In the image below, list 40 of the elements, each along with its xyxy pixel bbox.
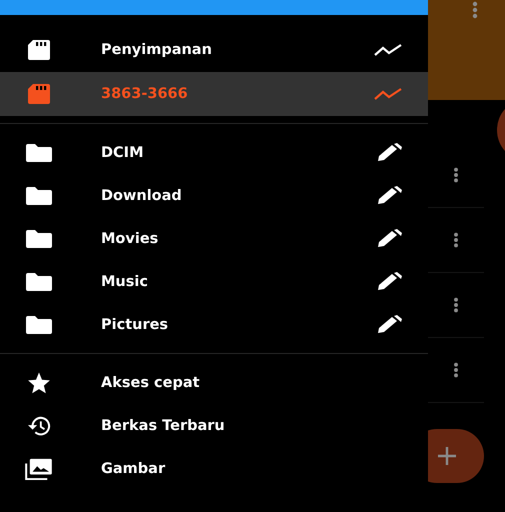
storage-item[interactable]: Penyimpanan <box>0 28 428 72</box>
folder-icon <box>25 272 53 292</box>
folder-label: Music <box>101 274 149 290</box>
folder-icon <box>25 314 53 334</box>
shortcut-label: Gambar <box>101 460 166 476</box>
folder-label: DCIM <box>101 144 145 160</box>
pencil-icon[interactable] <box>376 142 402 162</box>
storage-label: 3863-3666 <box>101 86 189 102</box>
images-icon <box>25 458 53 480</box>
storage-label: Penyimpanan <box>101 42 213 58</box>
folder-item[interactable]: Music <box>0 260 428 303</box>
sd-card-icon <box>25 39 53 61</box>
shortcut-item[interactable]: Akses cepat <box>0 361 428 404</box>
folder-icon <box>25 186 53 206</box>
folder-label: Download <box>101 188 183 204</box>
folder-icon <box>25 228 53 248</box>
folder-item[interactable]: Pictures <box>0 303 428 346</box>
shortcut-label: Berkas Terbaru <box>101 418 226 434</box>
pencil-icon[interactable] <box>376 272 402 292</box>
shortcut-item[interactable]: Gambar <box>0 447 428 490</box>
more-icon[interactable] <box>453 297 459 313</box>
sd-card-icon <box>25 83 53 105</box>
pencil-icon[interactable] <box>376 314 402 334</box>
plus-icon <box>437 446 457 466</box>
shortcut-label: Akses cepat <box>101 374 201 390</box>
folder-item[interactable]: Movies <box>0 217 428 260</box>
more-icon[interactable] <box>453 232 459 248</box>
folder-icon <box>25 142 53 162</box>
folder-label: Movies <box>101 230 160 246</box>
folder-item[interactable]: Download <box>0 174 428 217</box>
more-icon[interactable] <box>472 1 478 19</box>
pencil-icon[interactable] <box>376 228 402 248</box>
more-icon[interactable] <box>453 167 459 183</box>
folder-item[interactable]: DCIM <box>0 131 428 174</box>
pencil-icon[interactable] <box>376 186 402 206</box>
more-icon[interactable] <box>453 362 459 378</box>
storage-item[interactable]: 3863-3666 <box>0 72 428 116</box>
folder-label: Pictures <box>101 316 170 332</box>
history-icon <box>25 414 53 436</box>
shortcut-item[interactable]: Berkas Terbaru <box>0 404 428 447</box>
